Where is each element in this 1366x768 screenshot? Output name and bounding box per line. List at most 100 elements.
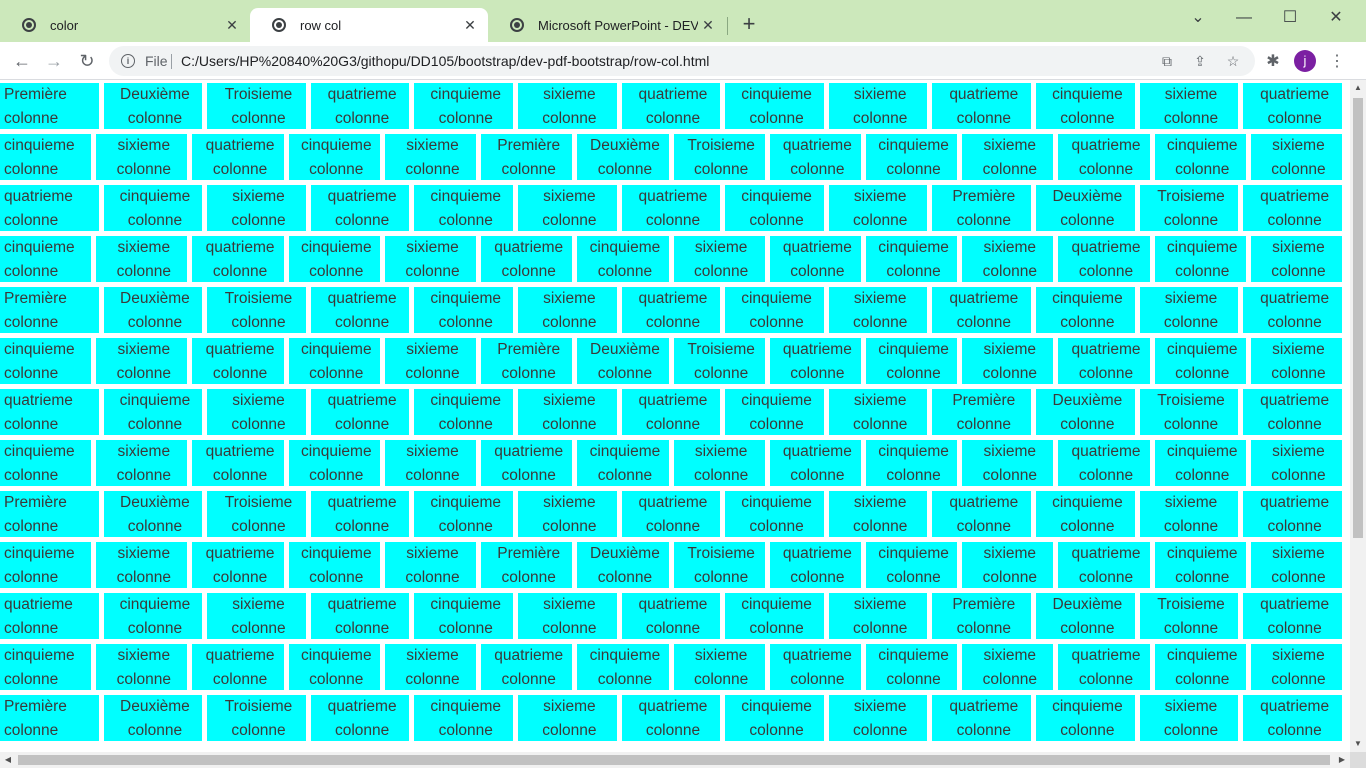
tab-row-col[interactable]: row col ✕ [250, 8, 488, 42]
avatar[interactable]: j [1294, 50, 1316, 72]
cell-text: sixieme colonne [1163, 494, 1219, 535]
cell-text: quatrieme colonne [638, 596, 708, 637]
cell-text: quatrieme colonne [1260, 188, 1330, 229]
grid-cell: sixieme colonne [207, 593, 306, 639]
grid-cell: quatrieme colonne [621, 287, 721, 333]
extensions-icon[interactable]: ✱ [1262, 51, 1284, 73]
grid-cell: cinquieme colonne [865, 542, 958, 588]
grid-cell: cinquieme colonne [865, 644, 958, 690]
close-tab-icon[interactable]: ✕ [698, 17, 718, 34]
vertical-scrollbar[interactable]: ▲ ▼ [1350, 80, 1366, 752]
cell-text: cinquieme colonne [741, 290, 812, 331]
grid-cell: quatrieme colonne [310, 593, 410, 639]
share-icon[interactable]: ⇪ [1190, 51, 1210, 71]
cell-text: cinquieme colonne [589, 647, 661, 688]
horizontal-scroll-thumb[interactable] [18, 755, 1330, 765]
grid-row: Première colonne Deuxième colonne Troisieme c… [0, 491, 1342, 537]
bookmark-star-icon[interactable]: ☆ [1223, 51, 1243, 71]
grid-cell: quatrieme colonne [310, 287, 410, 333]
info-icon[interactable]: i [121, 54, 135, 68]
close-window-button[interactable]: ✕ [1313, 4, 1359, 32]
cell-text: quatrieme colonne [327, 290, 397, 331]
grid-cell: cinquieme colonne [725, 287, 824, 333]
vertical-scroll-thumb[interactable] [1353, 98, 1363, 538]
horizontal-scrollbar[interactable]: ◀ ▶ [0, 752, 1350, 768]
grid-cell: cinquieme colonne [1036, 695, 1135, 741]
cell-text: cinquieme colonne [589, 443, 661, 484]
cell-text: cinquieme colonne [430, 392, 502, 433]
grid-cell: quatrieme colonne [310, 83, 410, 129]
cell-text: cinquieme colonne [878, 443, 949, 484]
grid-cell: sixieme colonne [1250, 542, 1343, 588]
grid-cell: sixieme colonne [828, 695, 928, 741]
grid-cell: quatrieme colonne [932, 695, 1032, 741]
cell-text: sixieme colonne [693, 647, 749, 688]
grid-cell: sixieme colonne [962, 440, 1054, 486]
close-tab-icon[interactable]: ✕ [222, 17, 242, 34]
cell-text: cinquieme colonne [1166, 545, 1238, 586]
cell-text: sixieme colonne [231, 188, 286, 229]
cell-text: cinquieme colonne [589, 239, 661, 280]
tab-powerpoint[interactable]: Microsoft PowerPoint - DEV_TS_C ✕ [488, 8, 726, 42]
new-tab-button[interactable]: + [737, 12, 761, 36]
address-bar[interactable]: i File C:/Users/HP%20840%20G3/githopu/DD… [109, 46, 1255, 76]
cell-text: cinquieme colonne [119, 596, 191, 637]
divider [171, 54, 172, 69]
cell-text: cinquieme colonne [1052, 290, 1123, 331]
grid-cell: Deuxième colonne [1036, 593, 1135, 639]
scroll-up-icon[interactable]: ▲ [1350, 80, 1366, 96]
grid-cell: sixieme colonne [96, 644, 188, 690]
globe-icon [272, 18, 286, 32]
grid-cell: sixieme colonne [1250, 236, 1343, 282]
cell-text: sixieme colonne [853, 494, 908, 535]
tab-search-button[interactable]: ⌄ [1175, 4, 1221, 32]
grid-cell: cinquieme colonne [0, 542, 92, 588]
url-text[interactable]: C:/Users/HP%20840%20G3/githopu/DD105/boo… [181, 53, 709, 69]
translate-icon[interactable]: ⧉ [1157, 51, 1177, 71]
grid-cell: sixieme colonne [384, 440, 477, 486]
forward-button[interactable]: → [41, 48, 67, 74]
menu-kebab-icon[interactable]: ⋮ [1326, 51, 1348, 73]
grid-cell: sixieme colonne [518, 593, 617, 639]
cell-text: cinquieme colonne [4, 137, 75, 178]
cell-text: quatrieme colonne [949, 698, 1019, 739]
close-tab-icon[interactable]: ✕ [460, 17, 480, 34]
grid-cell: Deuxième colonne [103, 287, 203, 333]
cell-text: cinquieme colonne [1166, 239, 1238, 280]
cell-text: cinquieme colonne [1052, 698, 1123, 739]
scroll-down-icon[interactable]: ▼ [1350, 736, 1366, 752]
maximize-button[interactable]: ☐ [1267, 4, 1313, 32]
grid-cell: sixieme colonne [96, 236, 188, 282]
cell-text: sixieme colonne [542, 290, 597, 331]
cell-text: cinquieme colonne [430, 290, 502, 331]
grid-cell: cinquieme colonne [414, 287, 514, 333]
row-container: Première colonne Deuxième colonne Troisieme c… [0, 83, 1350, 746]
grid-cell: cinquieme colonne [725, 491, 824, 537]
grid-cell: sixieme colonne [1250, 134, 1343, 180]
grid-cell: sixieme colonne [962, 134, 1054, 180]
cell-text: cinquieme colonne [878, 341, 949, 382]
grid-cell: quatrieme colonne [932, 83, 1032, 129]
reload-button[interactable]: ↻ [74, 48, 100, 74]
grid-cell: Deuxième colonne [577, 338, 669, 384]
grid-cell: Première colonne [932, 389, 1032, 435]
tab-color[interactable]: color ✕ [0, 8, 250, 42]
scroll-right-icon[interactable]: ▶ [1334, 752, 1350, 768]
back-button[interactable]: ← [9, 48, 35, 74]
cell-text: sixieme colonne [982, 137, 1037, 178]
minimize-button[interactable]: — [1221, 4, 1267, 32]
cell-text: quatrieme colonne [1260, 86, 1330, 127]
cell-text: sixieme colonne [405, 545, 460, 586]
grid-cell: sixieme colonne [1250, 338, 1343, 384]
cell-text: quatrieme colonne [1260, 698, 1330, 739]
grid-cell: Deuxième colonne [577, 134, 669, 180]
grid-cell: quatrieme colonne [310, 389, 410, 435]
grid-cell: cinquieme colonne [103, 593, 203, 639]
cell-text: sixieme colonne [542, 392, 597, 433]
scroll-left-icon[interactable]: ◀ [0, 752, 16, 768]
grid-row: cinquieme colonne sixieme colonne quatrieme c… [0, 644, 1343, 690]
cell-text: sixieme colonne [116, 137, 171, 178]
cell-text: quatrieme colonne [638, 698, 708, 739]
cell-text: quatrieme colonne [638, 188, 708, 229]
page-viewport: Première colonne Deuxième colonne Troisieme c… [0, 80, 1350, 752]
